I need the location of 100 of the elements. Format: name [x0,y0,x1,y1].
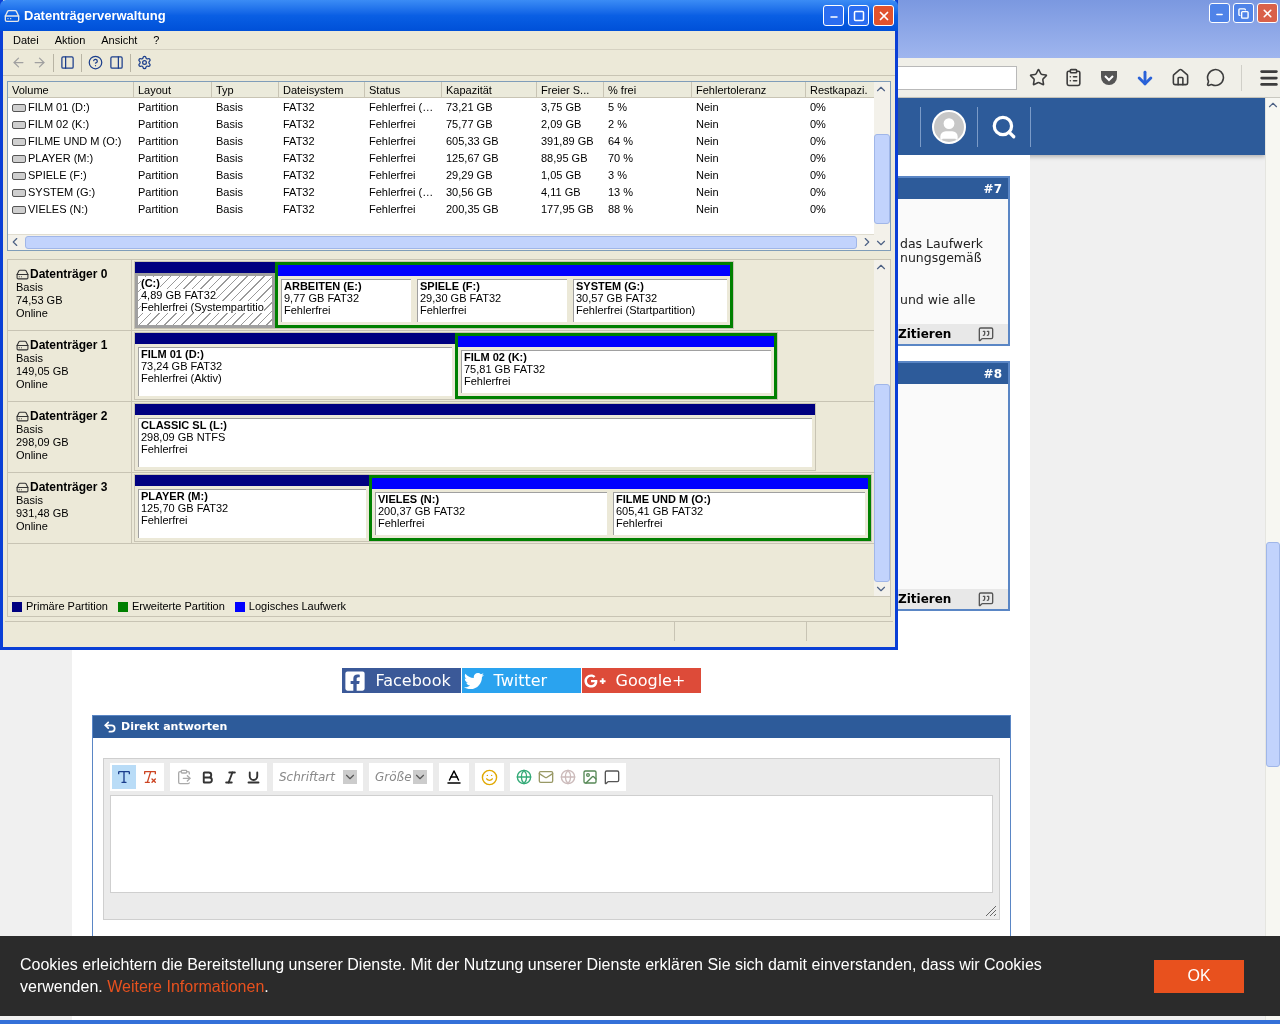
table-cell-text: Basis [216,202,243,218]
close-button[interactable] [873,5,894,26]
text-mode-icon[interactable] [112,765,136,789]
star-icon[interactable] [1029,68,1048,87]
column-header[interactable]: Volume [8,82,134,97]
minimize-button[interactable] [823,5,844,26]
table-cell-text: Partition [138,134,179,150]
restore-button[interactable] [1233,3,1254,23]
table-cell-text: FAT32 [283,202,315,218]
menu-item[interactable]: Ansicht [101,31,138,49]
help-icon[interactable] [88,55,103,70]
resize-grip-icon[interactable] [985,905,997,917]
column-header[interactable]: % frei [604,82,692,97]
pocket-icon[interactable] [1099,68,1119,87]
disk-size: 298,09 GB [16,436,70,449]
table-cell-text: 88 % [608,202,634,218]
partition-block[interactable]: (C:) 4,89 GB FAT32 Fehlerfrei (Systempartitio [135,273,275,328]
search-icon[interactable] [991,113,1017,140]
table-cell-text: Partition [138,117,179,133]
mail-icon[interactable] [538,769,554,785]
column-header[interactable]: Fehlertoleranz [692,82,806,97]
partition-name: ARBEITEN (E:) [284,280,362,292]
underline-icon[interactable] [246,769,261,785]
disk-name: Datenträger 1 [30,339,108,352]
address-field[interactable] [895,65,1017,90]
partition-block[interactable]: FILM 02 (K:) 75,81 GB FAT32 Fehlerfrei [458,347,774,396]
scrollbar-thumb[interactable] [874,384,890,582]
scrollbar-thumb[interactable] [874,134,890,224]
font-color-icon[interactable] [445,768,463,786]
column-header[interactable]: Status [365,82,442,97]
maximize-button[interactable] [848,5,869,26]
partition-status: Fehlerfrei [616,517,663,529]
partition-size: 30,57 GB FAT32 [576,292,658,304]
speech-bubble-icon[interactable] [604,769,620,785]
column-header[interactable]: Kapazität [442,82,537,97]
globe-link-icon[interactable] [516,769,532,785]
quote-plus-icon[interactable] [978,326,994,342]
minimize-button[interactable] [1209,3,1230,23]
chat-bubble-icon[interactable] [1206,68,1225,87]
quote-plus-icon[interactable] [978,591,994,607]
table-cell-text: SPIELE (F:) [28,168,87,184]
home-icon[interactable] [1171,68,1190,87]
page-scrollbar[interactable] [1265,98,1280,1020]
disk-name: Datenträger 2 [30,410,108,423]
italic-icon[interactable] [223,769,238,785]
partition-name: FILM 01 (D:) [141,348,204,360]
table-cell-text: 5 % [608,100,627,116]
share-button[interactable]: Google+ [581,668,701,693]
partition-block[interactable]: SPIELE (F:) 29,30 GB FAT32 Fehlerfrei [414,276,570,325]
disk-name: Datenträger 0 [30,268,108,281]
disk-size: 74,53 GB [16,294,64,307]
scrollbar-thumb[interactable] [25,236,857,249]
table-cell-text: Nein [696,151,719,167]
vertical-scrollbar[interactable] [874,260,890,596]
image-icon[interactable] [582,769,598,785]
avatar-button[interactable] [932,109,966,144]
partition-block[interactable]: FILME UND M (O:) 605,41 GB FAT32 Fehlerfrei [610,489,868,538]
column-header[interactable]: Dateisystem [279,82,365,97]
disk-type: Basis [16,281,44,294]
partition-block[interactable]: PLAYER (M:) 125,70 GB FAT32 Fehlerfrei [135,486,369,541]
more-info-link[interactable]: Weitere Informationen [107,978,265,995]
partition-size: 73,24 GB FAT32 [141,360,223,372]
reading-list-icon[interactable] [1064,68,1083,87]
table-cell-text: 0% [810,185,826,201]
partition-block[interactable]: FILM 01 (D:) 73,24 GB FAT32 Fehlerfrei (Aktiv) [135,344,455,399]
ok-button[interactable]: OK [1154,959,1244,993]
scrollbar-thumb[interactable] [1266,542,1280,767]
table-cell-text: 64 % [608,134,634,150]
close-button[interactable] [1257,3,1278,23]
remove-format-icon[interactable] [142,769,158,785]
message-input[interactable] [110,795,993,893]
partition-name: VIELES (N:) [378,493,440,505]
menu-item[interactable]: Datei [13,31,39,49]
vertical-scrollbar[interactable] [874,82,890,250]
share-button[interactable]: Facebook [341,668,461,693]
partition-block[interactable]: ARBEITEN (E:) 9,77 GB FAT32 Fehlerfrei [278,276,414,325]
size-select[interactable]: Größe [369,763,433,791]
table-cell-text: Fehlerfrei [369,134,416,150]
partition-block[interactable]: VIELES (N:) 200,37 GB FAT32 Fehlerfrei [372,489,610,538]
table-cell-text: 0% [810,202,826,218]
partition-block[interactable]: CLASSIC SL (L:) 298,09 GB NTFS Fehlerfrei [135,415,815,470]
disk-status: Online [16,449,49,462]
font-select[interactable]: Schriftart [273,763,363,791]
horizontal-scrollbar[interactable] [8,234,874,250]
table-cell-text: Fehlerfrei [369,168,416,184]
panel-left-icon[interactable] [60,55,75,70]
disk-status: Online [16,520,49,533]
table-cell-text: Basis [216,100,243,116]
bold-icon[interactable] [200,769,215,785]
partition-block[interactable]: SYSTEM (G:) 30,57 GB FAT32 Fehlerfrei (Startpartition) [570,276,730,325]
column-header[interactable]: Layout [134,82,212,97]
column-header[interactable]: Freier S... [537,82,604,97]
menu-item[interactable]: ? [153,31,160,49]
column-header[interactable]: Typ [212,82,279,97]
settings-icon[interactable] [137,55,152,70]
panel-right-icon[interactable] [109,55,124,70]
legend-label: Logisches Laufwerk [248,599,347,615]
partition-name: FILM 02 (K:) [464,351,527,363]
menu-item[interactable]: Aktion [54,31,86,49]
table-cell-text: 1,05 GB [541,168,582,184]
